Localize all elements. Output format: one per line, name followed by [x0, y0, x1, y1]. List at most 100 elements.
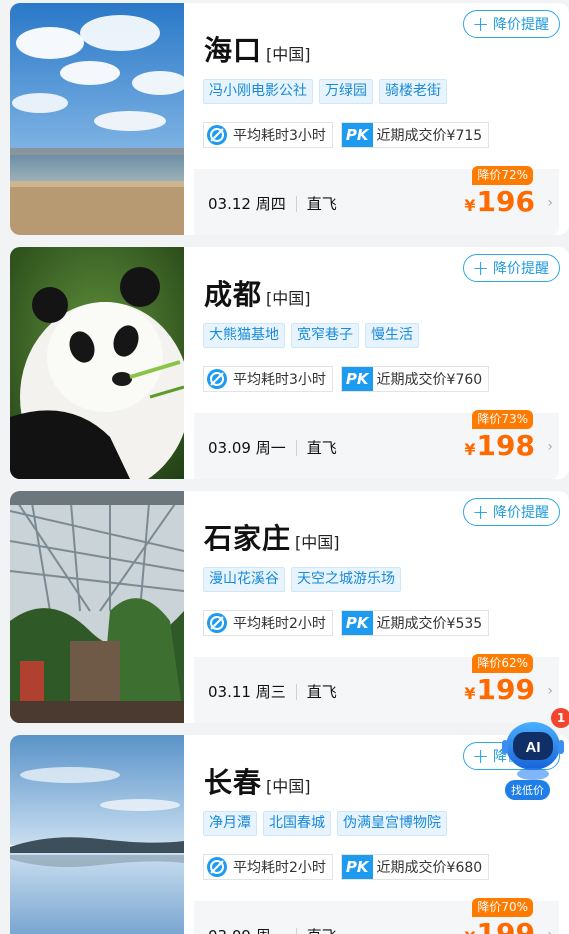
flight-type: 直飞	[306, 439, 337, 457]
attraction-tag: 漫山花溪谷	[203, 567, 285, 592]
flight-type: 直飞	[306, 195, 337, 213]
chevron-right-icon: ›	[547, 927, 553, 934]
pk-badge: PK	[341, 123, 373, 147]
flight-date: 03.12 周四 直飞	[208, 193, 337, 214]
chevron-right-icon: ›	[547, 683, 553, 699]
city-title: 海口 [中国]	[204, 29, 311, 69]
avg-time-text: 平均耗时2小时	[233, 860, 326, 876]
attraction-tags: 漫山花溪谷 天空之城游乐场	[203, 567, 401, 592]
destination-card-shijiazhuang[interactable]: + 降价提醒 石家庄 [中国] 漫山花溪谷 天空之城游乐场 平均耗时2小时 PK…	[10, 491, 569, 723]
plus-icon: +	[472, 12, 489, 36]
plus-icon: +	[472, 500, 489, 524]
date-text: 03.09 周一	[208, 925, 286, 934]
destination-photo	[10, 491, 184, 723]
price-row[interactable]: 03.09 周一 直飞 降价70% ¥ 199 ›	[194, 898, 559, 934]
plus-icon: +	[472, 256, 489, 280]
attraction-tag: 万绿园	[319, 79, 373, 104]
city-title: 石家庄 [中国]	[204, 517, 340, 557]
recent-price-text: 近期成交价¥680	[376, 860, 483, 876]
price-row[interactable]: 03.12 周四 直飞 降价72% ¥ 196 ›	[194, 166, 559, 235]
avg-time-stat: 平均耗时2小时	[203, 610, 333, 636]
clock-icon	[204, 855, 230, 879]
recent-price-text: 近期成交价¥535	[376, 616, 483, 632]
recent-price-text: 近期成交价¥715	[376, 128, 483, 144]
price-alert-label: 降价提醒	[493, 261, 549, 277]
flight-stats: 平均耗时2小时 PK 近期成交价¥535	[203, 610, 490, 636]
attraction-tag: 北国春城	[263, 811, 331, 836]
discount-badge: 降价72%	[472, 166, 533, 185]
avg-time-stat: 平均耗时2小时	[203, 854, 333, 880]
recent-price-text: 近期成交价¥760	[376, 372, 483, 388]
currency-symbol: ¥	[464, 196, 476, 215]
price-alert-label: 降价提醒	[493, 505, 549, 521]
price: ¥ 199	[464, 673, 535, 706]
destination-card-haikou[interactable]: + 降价提醒 海口 [中国] 冯小刚电影公社 万绿园 骑楼老街 平均耗时3小时 …	[10, 3, 569, 235]
flight-date: 03.09 周一 直飞	[208, 437, 337, 458]
divider	[295, 195, 297, 212]
flight-type: 直飞	[307, 925, 337, 934]
notification-badge: 1	[551, 708, 569, 728]
price-alert-button[interactable]: + 降价提醒	[463, 498, 560, 526]
price-alert-button[interactable]: + 降价提醒	[463, 10, 560, 38]
city-name: 成都	[204, 278, 263, 311]
plus-icon: +	[472, 744, 489, 768]
city-name: 石家庄	[204, 522, 292, 555]
recent-price-stat: PK 近期成交价¥760	[340, 366, 490, 392]
recent-price-stat: PK 近期成交价¥680	[340, 854, 490, 880]
flight-stats: 平均耗时2小时 PK 近期成交价¥680	[203, 854, 490, 880]
clock-icon	[204, 123, 230, 147]
attraction-tag: 净月潭	[203, 811, 257, 836]
price-value: 196	[476, 185, 535, 218]
ai-assistant-button[interactable]: AI 1 找低价	[500, 708, 569, 802]
attraction-tag: 骑楼老街	[379, 79, 447, 104]
divider	[295, 683, 297, 700]
recent-price-stat: PK 近期成交价¥715	[340, 122, 490, 148]
price-row[interactable]: 03.09 周一 直飞 降价73% ¥ 198 ›	[194, 410, 559, 479]
price: ¥ 198	[464, 429, 535, 462]
city-name: 海口	[204, 34, 263, 67]
country-label: [中国]	[266, 777, 311, 796]
flight-stats: 平均耗时3小时 PK 近期成交价¥715	[203, 122, 490, 148]
ai-icon-text: AI	[526, 739, 541, 756]
attraction-tag: 宽窄巷子	[291, 323, 359, 348]
avg-time-text: 平均耗时3小时	[233, 372, 326, 388]
country-label: [中国]	[266, 45, 311, 64]
discount-badge: 降价62%	[472, 654, 533, 673]
date-text: 03.11 周三	[208, 683, 286, 701]
discount-badge: 降价70%	[472, 898, 533, 917]
destination-card-chengdu[interactable]: + 降价提醒 成都 [中国] 大熊猫基地 宽窄巷子 慢生活 平均耗时3小时 PK…	[10, 247, 569, 479]
attraction-tag: 大熊猫基地	[203, 323, 285, 348]
avg-time-text: 平均耗时3小时	[233, 128, 326, 144]
date-text: 03.12 周四	[208, 195, 286, 213]
price-alert-button[interactable]: + 降价提醒	[463, 254, 560, 282]
price-value: 199	[476, 917, 535, 934]
attraction-tag: 伪满皇宫博物院	[337, 811, 447, 836]
currency-symbol: ¥	[464, 440, 476, 459]
price-value: 198	[476, 429, 535, 462]
city-name: 长春	[204, 766, 263, 799]
destination-photo	[10, 3, 184, 235]
clock-icon	[204, 367, 230, 391]
chevron-right-icon: ›	[547, 439, 553, 455]
avg-time-stat: 平均耗时3小时	[203, 122, 333, 148]
recent-price-stat: PK 近期成交价¥535	[340, 610, 490, 636]
country-label: [中国]	[266, 289, 311, 308]
currency-symbol: ¥	[464, 684, 476, 703]
price-alert-label: 降价提醒	[493, 17, 549, 33]
destination-photo	[10, 735, 184, 934]
city-title: 长春 [中国]	[204, 761, 311, 801]
flight-stats: 平均耗时3小时 PK 近期成交价¥760	[203, 366, 490, 392]
discount-badge: 降价73%	[472, 410, 533, 429]
chevron-right-icon: ›	[547, 195, 553, 211]
flight-type: 直飞	[306, 683, 337, 701]
attraction-tag: 慢生活	[365, 323, 419, 348]
attraction-tags: 净月潭 北国春城 伪满皇宫博物院	[203, 811, 447, 836]
divider	[295, 439, 297, 456]
price: ¥ 199	[464, 917, 535, 934]
attraction-tags: 冯小刚电影公社 万绿园 骑楼老街	[203, 79, 447, 104]
attraction-tag: 天空之城游乐场	[291, 567, 401, 592]
destination-photo	[10, 247, 184, 479]
pk-badge: PK	[341, 611, 373, 635]
pk-badge: PK	[341, 367, 373, 391]
destination-card-changchun[interactable]: + 降价提醒 长春 [中国] 净月潭 北国春城 伪满皇宫博物院 平均耗时2小时 …	[10, 735, 569, 934]
